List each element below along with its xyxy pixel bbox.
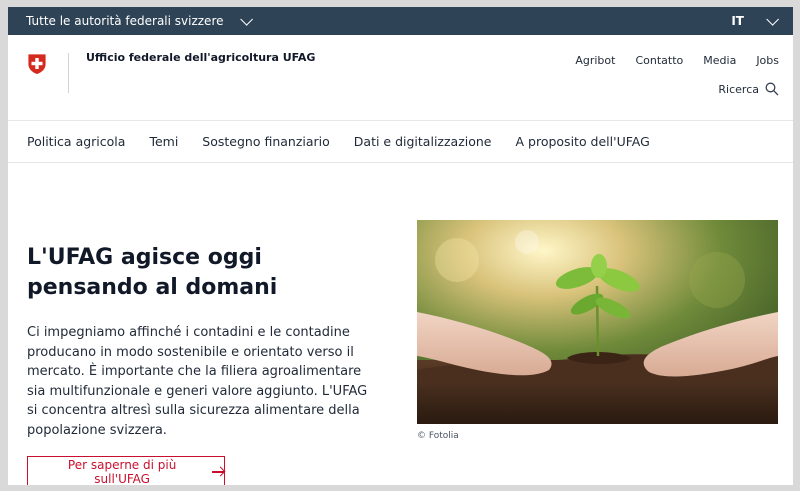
- chevron-down-icon: [239, 12, 253, 26]
- site-header: Ufficio federale dell'agricoltura UFAG A…: [8, 35, 793, 121]
- all-authorities-label: Tutte le autorità federali svizzere: [26, 14, 224, 28]
- main-navigation: Politica agricola Temi Sostegno finanzia…: [8, 121, 793, 163]
- swiss-crest-icon[interactable]: [27, 53, 47, 75]
- hero-text: Ci impegniamo affinché i contadini e le …: [27, 325, 368, 438]
- service-link-jobs[interactable]: Jobs: [756, 54, 779, 67]
- learn-more-button[interactable]: Per saperne di più sull'UFAG: [27, 456, 225, 485]
- nav-item-data-digitalisation[interactable]: Dati e digitalizzazione: [354, 134, 492, 149]
- service-link-contact[interactable]: Contatto: [635, 54, 683, 67]
- nav-item-about[interactable]: A proposito dell'UFAG: [516, 134, 650, 149]
- learn-more-label: Per saperne di più sull'UFAG: [67, 458, 177, 485]
- language-label: IT: [731, 14, 744, 28]
- top-bar: Tutte le autorità federali svizzere IT: [8, 7, 793, 35]
- search-button[interactable]: Ricerca: [718, 82, 779, 96]
- image-credit: © Fotolia: [417, 431, 459, 441]
- nav-item-agricultural-policy[interactable]: Politica agricola: [27, 134, 125, 149]
- office-name[interactable]: Ufficio federale dell'agricoltura UFAG: [86, 51, 315, 64]
- hero-title: L'UFAG agisce oggi pensando al domani: [27, 245, 278, 301]
- search-icon: [765, 82, 779, 96]
- language-switcher[interactable]: IT: [731, 12, 779, 28]
- service-link-agribot[interactable]: Agribot: [575, 54, 615, 67]
- all-authorities-dropdown[interactable]: Tutte le autorità federali svizzere: [26, 12, 253, 28]
- hero-image: [417, 220, 778, 424]
- service-navigation: Agribot Contatto Media Jobs: [575, 54, 779, 67]
- service-link-media[interactable]: Media: [703, 54, 736, 67]
- nav-item-topics[interactable]: Temi: [149, 134, 178, 149]
- chevron-down-icon: [766, 12, 779, 26]
- arrow-right-icon: [212, 471, 224, 473]
- header-divider: [68, 53, 69, 93]
- search-label: Ricerca: [718, 82, 759, 96]
- browser-page: Tutte le autorità federali svizzere IT U…: [8, 7, 793, 485]
- nav-item-financial-support[interactable]: Sostegno finanziario: [202, 134, 330, 149]
